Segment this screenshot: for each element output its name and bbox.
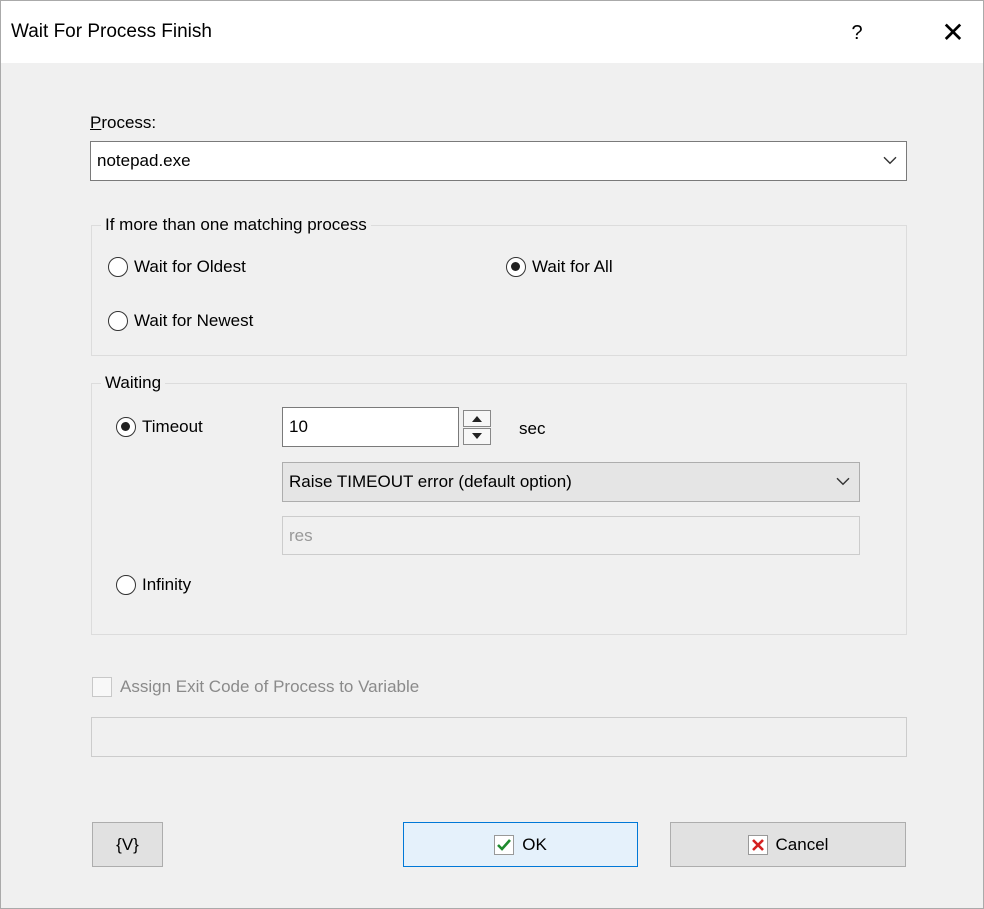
radio-circle	[108, 257, 128, 277]
result-variable-value: res	[289, 525, 313, 545]
radio-timeout-label: Timeout	[142, 417, 203, 436]
ok-button[interactable]: OK	[403, 822, 638, 867]
result-variable-input[interactable]: res	[282, 516, 860, 555]
radio-wait-oldest[interactable]: Wait for Oldest	[108, 257, 246, 277]
waiting-group	[91, 383, 907, 635]
radio-circle-selected	[116, 417, 136, 437]
timeout-action-value: Raise TIMEOUT error (default option)	[289, 472, 572, 491]
matching-group-title: If more than one matching process	[101, 215, 371, 235]
timeout-value: 10	[289, 417, 308, 436]
process-label-accesskey: P	[90, 113, 102, 132]
close-button[interactable]: ✕	[929, 13, 977, 53]
checkbox-box	[92, 677, 112, 697]
timeout-unit: sec	[519, 419, 546, 438]
variables-button[interactable]: {V}	[92, 822, 163, 867]
process-value: notepad.exe	[97, 151, 191, 170]
exit-code-variable-input[interactable]	[91, 717, 907, 757]
radio-infinity-label: Infinity	[142, 575, 192, 594]
assign-exit-code-label: Assign Exit Code of Process to Variable	[120, 677, 420, 696]
radio-circle	[108, 311, 128, 331]
process-combobox[interactable]: notepad.exe	[90, 141, 907, 181]
arrow-down-icon	[472, 433, 482, 439]
variables-button-label: {V}	[116, 834, 139, 854]
cancel-button-label: Cancel	[775, 834, 829, 854]
assign-exit-code-checkbox[interactable]: Assign Exit Code of Process to Variable	[92, 677, 419, 697]
radio-circle-selected	[506, 257, 526, 277]
window-title: Wait For Process Finish	[11, 21, 212, 42]
radio-timeout[interactable]: Timeout	[116, 417, 203, 437]
spin-up-button[interactable]	[463, 410, 491, 427]
timeout-input[interactable]: 10	[282, 407, 459, 447]
radio-wait-newest-label: Wait for Newest	[134, 311, 254, 330]
radio-wait-all-label: Wait for All	[532, 257, 613, 276]
timeout-spinner[interactable]	[463, 410, 491, 446]
chevron-down-icon	[836, 477, 850, 486]
radio-wait-newest[interactable]: Wait for Newest	[108, 311, 253, 331]
radio-wait-all[interactable]: Wait for All	[506, 257, 613, 277]
dialog-window: Wait For Process Finish ? ✕ Process: not…	[0, 0, 984, 909]
help-button[interactable]: ?	[833, 15, 881, 51]
process-label: Process:	[90, 113, 156, 133]
check-icon	[494, 834, 515, 855]
timeout-action-dropdown[interactable]: Raise TIMEOUT error (default option)	[282, 462, 860, 502]
radio-infinity[interactable]: Infinity	[116, 575, 191, 595]
cancel-button[interactable]: Cancel	[670, 822, 906, 867]
ok-button-label: OK	[522, 834, 547, 854]
waiting-group-title: Waiting	[101, 373, 166, 393]
arrow-up-icon	[472, 416, 482, 422]
title-bar: Wait For Process Finish ? ✕	[1, 1, 983, 63]
process-label-text: rocess:	[101, 113, 157, 132]
chevron-down-icon	[883, 156, 897, 165]
spin-down-button[interactable]	[463, 428, 491, 445]
matching-process-group	[91, 225, 907, 356]
radio-wait-oldest-label: Wait for Oldest	[134, 257, 246, 276]
x-icon	[747, 834, 768, 855]
radio-circle	[116, 575, 136, 595]
